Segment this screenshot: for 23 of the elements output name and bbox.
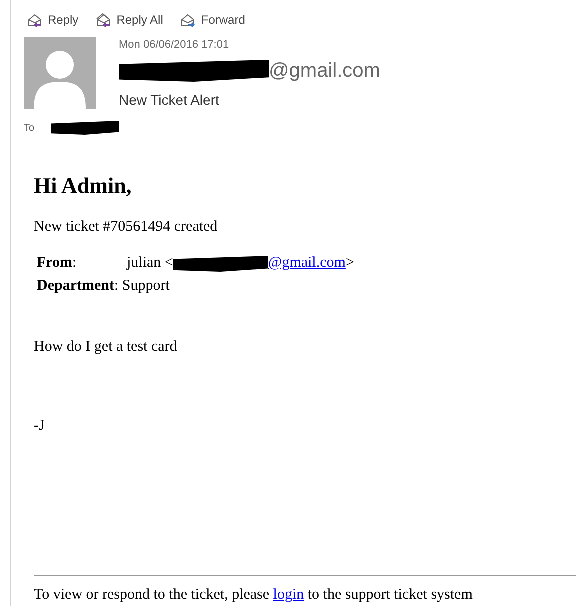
avatar-icon bbox=[24, 37, 96, 109]
email-link[interactable]: @gmail.com bbox=[268, 252, 346, 275]
message-text: How do I get a test card bbox=[34, 338, 178, 357]
reply-all-button[interactable]: Reply All bbox=[94, 11, 164, 29]
greeting-heading: Hi Admin, bbox=[34, 172, 133, 200]
forward-button[interactable]: Forward bbox=[179, 11, 246, 29]
redaction-mark bbox=[50, 121, 119, 136]
field-label: From: bbox=[37, 254, 78, 274]
field-value: julian < bbox=[127, 254, 174, 274]
field-suffix: > bbox=[346, 254, 354, 274]
login-link[interactable]: login bbox=[273, 587, 304, 603]
subject-text: New Ticket Alert bbox=[119, 90, 220, 110]
envelope-arrow-icon bbox=[26, 12, 44, 28]
to-label: To bbox=[24, 122, 35, 136]
reply-button[interactable]: Reply bbox=[26, 11, 79, 29]
sender-text: @gmail.com bbox=[269, 60, 380, 80]
envelope-arrow-icon bbox=[179, 12, 198, 28]
field-label: Department: Support bbox=[37, 277, 170, 296]
footer-text: To view or respond to the ticket, please login to the support ticket system bbox=[34, 586, 474, 605]
date-text: Mon 06/06/2016 17:01 bbox=[119, 38, 230, 53]
signature-text: -J bbox=[34, 416, 46, 436]
envelopes-arrow-icon bbox=[94, 12, 113, 28]
intro-text: New ticket #70561494 created bbox=[34, 218, 219, 236]
